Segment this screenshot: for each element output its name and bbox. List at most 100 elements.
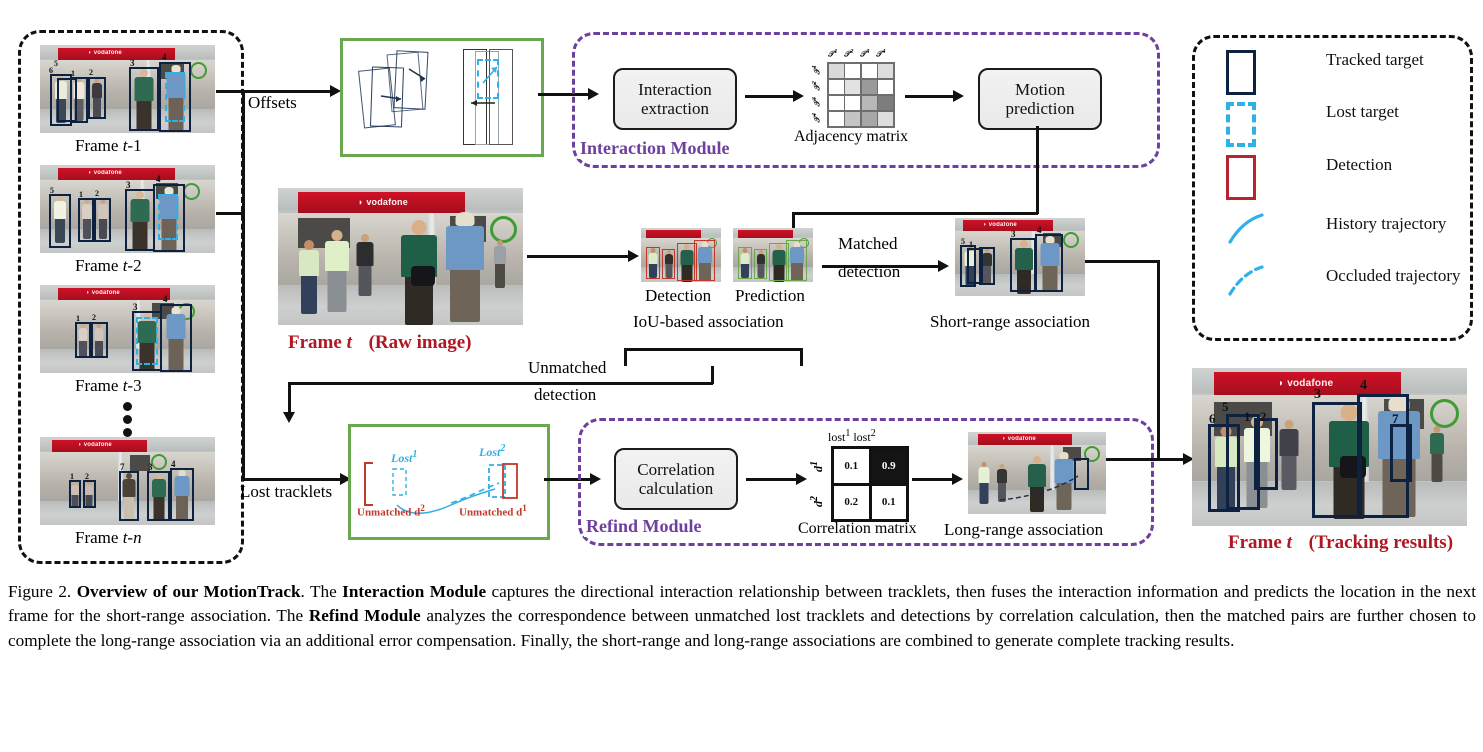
- long-range-association-thumbnail: ◗ vodafone: [968, 432, 1106, 514]
- legend-label: Detection: [1326, 155, 1393, 174]
- connector-matrix-to-motion: [905, 95, 955, 98]
- person-legs: [1431, 454, 1443, 482]
- bbox-tracked: [88, 77, 106, 119]
- frame-photo-t-n: ◗ vodafone 1 2 7 3 4: [40, 437, 215, 525]
- person-body: [1430, 433, 1444, 454]
- connector-motion-left: [792, 212, 1038, 215]
- track-id: 1: [969, 240, 973, 249]
- track-id: 1: [71, 69, 75, 78]
- unmatched-d2-label: Unmatched d2: [357, 503, 425, 519]
- person: [1277, 420, 1301, 490]
- adj-cell: [829, 79, 844, 95]
- detection-thumbnail: [641, 228, 721, 282]
- arrow-to-detection: [628, 250, 639, 262]
- bbox-tracked: [78, 198, 94, 242]
- person: [354, 234, 376, 296]
- adj-cell: [845, 95, 861, 111]
- track-id: 3: [1011, 229, 1016, 239]
- unmatched-d2-text: Unmatched d: [357, 506, 421, 519]
- unmatched-d1-sup: 1: [522, 503, 527, 513]
- unmatched-d1-text: Unmatched d: [459, 506, 523, 519]
- legend-item-history-trajectory: History trajectory: [1226, 208, 1446, 244]
- prediction-thumbnail: [733, 228, 813, 282]
- offsets-visualization-box: [340, 38, 544, 157]
- brace-horizontal: [624, 348, 802, 351]
- person-head: [411, 220, 427, 235]
- connector-lost-line: [242, 478, 342, 481]
- person: [1428, 426, 1446, 482]
- detection-caption: Detection: [645, 286, 712, 305]
- person-head: [1284, 420, 1294, 429]
- frames-ellipsis: [123, 398, 132, 441]
- correlation-calc-line2: calculation: [638, 479, 714, 498]
- lost2-text: Lost: [479, 445, 501, 459]
- adj-cell: [878, 64, 893, 79]
- lost1-sup: 1: [412, 449, 418, 460]
- person-head: [361, 234, 369, 242]
- frame-label-t-2: Frame t-2: [75, 256, 142, 275]
- track-id: 3: [126, 180, 131, 190]
- frame-photo-t-1: ◗ vodafone 6 5 1 2 3 4: [40, 45, 215, 133]
- adjacency-matrix-caption: Adjacency matrix: [794, 128, 909, 145]
- raw-image-note: (Raw image): [368, 332, 472, 353]
- correlation-calculation-box[interactable]: Correlation calculation: [614, 448, 738, 510]
- track-id: 3: [133, 302, 138, 312]
- person-body: [1279, 429, 1299, 456]
- iou-association-caption: IoU-based association: [633, 312, 784, 331]
- woolworths-logo: [183, 183, 200, 200]
- motion-prediction-box[interactable]: Motion prediction: [978, 68, 1102, 130]
- legend-label: Lost target: [1326, 102, 1399, 121]
- tracking-results-caption: Frame t (Tracking results): [1228, 532, 1453, 554]
- person-body: [446, 226, 484, 270]
- connector-history-trunk2: [216, 212, 244, 215]
- track-id: 3: [130, 58, 135, 68]
- adjacency-row-headers: 𝒯1 𝒯2 𝒯3 𝒯4: [811, 62, 826, 124]
- bbox-tracked: [160, 304, 192, 372]
- bbox-tracked: [1312, 402, 1362, 518]
- lost1-label: Lost1: [391, 449, 417, 466]
- connector-history-vertical: [242, 90, 245, 215]
- bbox-tracked: [129, 67, 159, 131]
- photo-shop-dark: [130, 455, 150, 471]
- adj-cell: [878, 111, 893, 126]
- track-id: 1: [70, 472, 74, 481]
- track-id: 3: [1314, 387, 1321, 402]
- unmatched-d2-sup: 2: [420, 503, 425, 513]
- raw-image-frame-t: ◗ vodafone: [278, 188, 523, 325]
- arrow-to-longrange: [952, 473, 963, 485]
- frame-label-t-1: Frame t-1: [75, 136, 142, 155]
- bbox-tracked: [1010, 238, 1036, 292]
- bbox-tracked: [69, 480, 81, 508]
- vodafone-logo: ◗ vodafone: [86, 290, 120, 296]
- arrow-to-matrix: [793, 90, 804, 102]
- interaction-module-title: Interaction Module: [578, 138, 732, 159]
- interaction-extraction-box[interactable]: Interaction extraction: [613, 68, 737, 130]
- legend-swatch-lost-target-icon: [1226, 102, 1256, 147]
- legend-item-lost-target: Lost target: [1226, 102, 1399, 147]
- track-id: 1: [76, 314, 80, 323]
- connector-merge-vertical: [1157, 260, 1160, 460]
- bbox-tracked: [125, 189, 155, 251]
- track-id: 2: [92, 313, 96, 322]
- matched-detection-label-2: detection: [838, 262, 901, 281]
- lost2-label: Lost2: [479, 443, 505, 460]
- person-body: [356, 242, 374, 266]
- track-id: 6: [49, 66, 53, 75]
- frame-photo-t-2: ◗ vodafone 5 1 2 3 4: [40, 165, 215, 253]
- corr-cell: 0.2: [834, 485, 869, 519]
- person: [296, 240, 322, 314]
- adj-col-header: 𝒯1: [828, 48, 838, 59]
- arrow-to-correlation-matrix: [796, 473, 807, 485]
- handbag: [411, 266, 435, 286]
- short-range-association-caption: Short-range association: [930, 312, 1091, 331]
- adj-cell: [861, 111, 877, 126]
- woolworths-logo: [1063, 232, 1079, 248]
- bbox-tracked: [1390, 424, 1412, 482]
- lost-tracklets-label: Lost tracklets: [240, 482, 333, 501]
- motion-prediction-line1: Motion: [1014, 79, 1066, 99]
- track-id: 4: [162, 52, 167, 62]
- bbox-detection: [662, 249, 675, 279]
- connector-lost-vertical: [242, 212, 245, 480]
- correlation-matrix-caption: Correlation matrix: [798, 520, 917, 537]
- long-range-association-caption: Long-range association: [944, 520, 1104, 539]
